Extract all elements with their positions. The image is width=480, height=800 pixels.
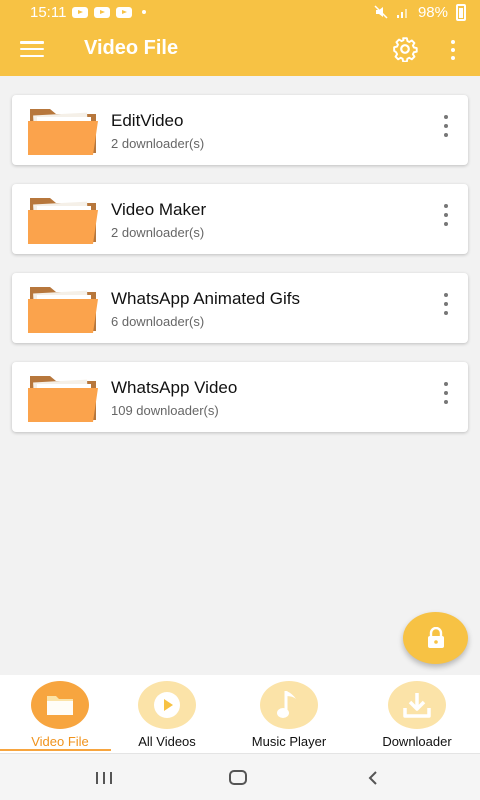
nav-item-downloader[interactable]: Downloader [357, 675, 477, 753]
download-icon [403, 693, 431, 718]
folder-icon [47, 696, 73, 715]
youtube-notification-icon [72, 6, 89, 18]
folder-name: WhatsApp Animated Gifs [111, 289, 300, 308]
folder-item-whatsapp-animated-gifs[interactable]: WhatsApp Animated Gifs 6 downloader(s) [12, 273, 468, 343]
nav-label: Video File [31, 734, 89, 749]
more-notifications-dot-icon [142, 10, 147, 14]
nav-label: Downloader [382, 734, 452, 749]
play-icon [154, 692, 180, 718]
gear-icon[interactable] [392, 36, 418, 62]
mute-icon [374, 5, 388, 19]
folder-count: 2 downloader(s) [111, 136, 205, 151]
lock-icon [427, 627, 444, 648]
lock-fab-button[interactable] [403, 612, 468, 664]
nav-icon-bg [31, 681, 89, 729]
folder-more-options-icon[interactable] [442, 115, 450, 137]
back-icon[interactable] [366, 770, 380, 786]
status-bar: 15:11 98% [0, 0, 480, 24]
folder-count: 2 downloader(s) [111, 225, 205, 240]
folder-name: WhatsApp Video [111, 378, 238, 397]
folder-icon [28, 376, 98, 422]
battery-icon [456, 3, 466, 21]
folder-count: 109 downloader(s) [111, 403, 219, 418]
folder-name: Video Maker [111, 200, 207, 219]
status-time: 15:11 [30, 3, 67, 21]
nav-icon-bg [388, 681, 446, 729]
recent-apps-icon[interactable] [96, 772, 112, 784]
folder-item-editvideo[interactable]: EditVideo 2 downloader(s) [12, 95, 468, 165]
app-bar: Video File [0, 24, 480, 76]
nav-item-all-videos[interactable]: All Videos [107, 675, 227, 753]
battery-percent: 98% [417, 3, 448, 21]
more-options-icon[interactable] [448, 40, 458, 60]
page-title: Video File [84, 37, 179, 59]
folder-item-video-maker[interactable]: Video Maker 2 downloader(s) [12, 184, 468, 254]
folder-item-whatsapp-video[interactable]: WhatsApp Video 109 downloader(s) [12, 362, 468, 432]
folder-count: 6 downloader(s) [111, 314, 205, 329]
hamburger-menu-icon[interactable] [20, 41, 44, 57]
folder-name: EditVideo [111, 111, 184, 130]
folder-more-options-icon[interactable] [442, 293, 450, 315]
active-tab-indicator [0, 749, 111, 751]
status-left: 15:11 [30, 3, 147, 21]
nav-label: Music Player [251, 734, 327, 749]
signal-icon [396, 9, 407, 18]
bottom-navigation: Video File All Videos Music Player Downl… [0, 675, 480, 753]
youtube-notification-icon [94, 6, 111, 18]
status-right: 98% [374, 3, 466, 21]
youtube-notification-icon [116, 6, 133, 18]
folder-more-options-icon[interactable] [442, 204, 450, 226]
folder-icon [28, 287, 98, 333]
folder-icon [28, 198, 98, 244]
nav-item-video-file[interactable]: Video File [0, 675, 120, 753]
home-icon[interactable] [229, 770, 247, 785]
music-note-icon [277, 691, 296, 718]
nav-item-music-player[interactable]: Music Player [229, 675, 349, 753]
folder-icon [28, 109, 98, 155]
folder-more-options-icon[interactable] [442, 382, 450, 404]
system-navigation-bar [0, 753, 480, 800]
nav-icon-bg [138, 681, 196, 729]
nav-icon-bg [260, 681, 318, 729]
nav-label: All Videos [138, 734, 196, 749]
